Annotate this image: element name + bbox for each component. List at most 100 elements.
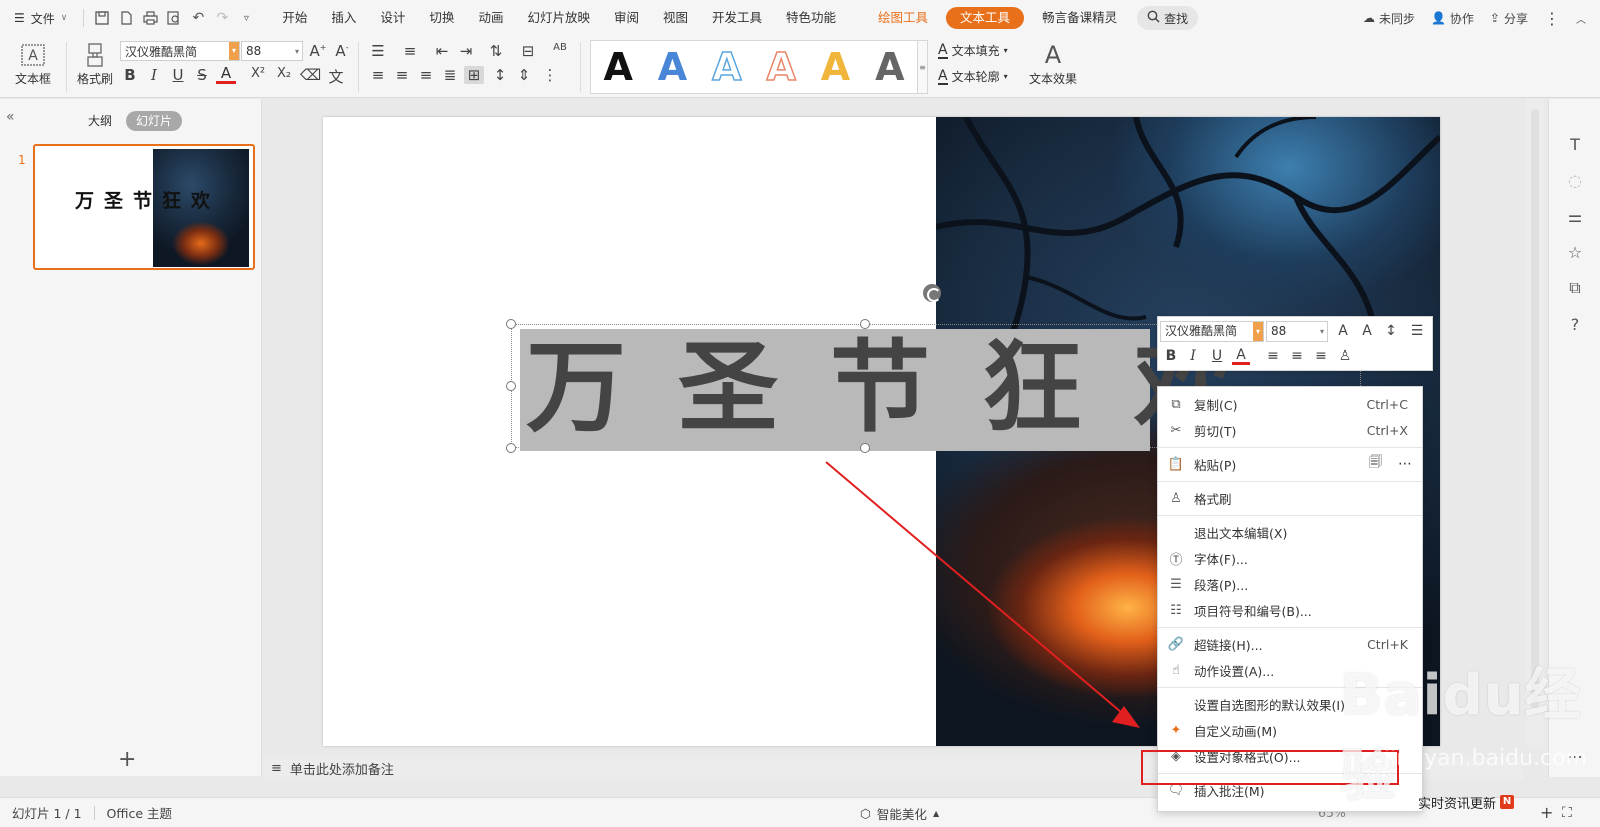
menu-item-action-settings[interactable]: ☝ 动作设置(A)... <box>1158 657 1422 683</box>
tab-design[interactable]: 设计 <box>368 0 417 36</box>
align-center-icon[interactable]: ≡ <box>1288 348 1306 364</box>
tab-developer[interactable]: 开发工具 <box>700 0 774 36</box>
text-style-preset-5[interactable]: A <box>821 48 850 86</box>
format-painter-icon[interactable]: ♙ <box>1336 348 1354 364</box>
tab-animations[interactable]: 动画 <box>466 0 515 36</box>
text-style-preset-6[interactable]: A <box>875 48 904 86</box>
tab-slideshow[interactable]: 幻灯片放映 <box>515 0 602 36</box>
animation-star-icon[interactable]: ☆ <box>1564 241 1586 263</box>
theme-name[interactable]: Office 主题 <box>95 803 184 822</box>
increase-indent-icon[interactable]: ⇥ <box>456 42 476 60</box>
zoom-in-icon[interactable]: + <box>1540 803 1553 822</box>
superscript-icon[interactable]: X² <box>248 66 268 81</box>
italic-icon[interactable]: I <box>144 66 164 84</box>
text-format-icon[interactable]: T <box>1564 133 1586 155</box>
convert-text-icon[interactable]: AB <box>550 42 570 53</box>
align-left-icon[interactable]: ≡ <box>1264 348 1282 364</box>
text-direction-icon[interactable]: ⇅ <box>486 42 506 60</box>
customize-quick-access-icon[interactable]: ▿ <box>234 6 258 30</box>
text-outline-button[interactable]: A 文本轮廓 ▾ <box>938 68 1008 85</box>
tab-text-tools[interactable]: 文本工具 <box>946 7 1025 29</box>
settings-sliders-icon[interactable]: ⚌ <box>1564 205 1586 227</box>
font-size-select[interactable]: 88 ▾ <box>241 41 303 61</box>
menu-item-font[interactable]: Ⓣ 字体(F)... <box>1158 545 1422 571</box>
decrease-font-icon[interactable]: A- <box>332 42 352 60</box>
increase-font-icon[interactable]: A+ <box>308 42 328 60</box>
line-spacing-icon[interactable]: ↕ <box>490 66 510 84</box>
distribute-icon[interactable]: ⊞ <box>464 66 484 84</box>
columns-icon[interactable]: ⋮ <box>540 66 560 84</box>
tab-home[interactable]: 开始 <box>270 0 319 36</box>
increase-font-icon[interactable]: A <box>1334 323 1352 339</box>
tab-slides[interactable]: 幻灯片 <box>126 111 183 131</box>
resize-handle[interactable] <box>506 381 516 391</box>
tab-transitions[interactable]: 切换 <box>417 0 466 36</box>
smart-beautify-button[interactable]: ⬡ 智能美化 ▲ <box>860 798 939 827</box>
tab-insert[interactable]: 插入 <box>319 0 368 36</box>
clear-format-icon[interactable]: ⌫ <box>300 66 321 84</box>
collapse-ribbon-icon[interactable]: ︿ <box>1576 11 1586 26</box>
align-right-icon[interactable]: ≡ <box>416 66 436 84</box>
bold-icon[interactable]: B <box>120 66 140 84</box>
align-right-icon[interactable]: ≡ <box>1312 348 1330 364</box>
textbox-button[interactable]: A 文本框 <box>6 40 60 87</box>
paste-special-icon[interactable]: 🗐 <box>1369 453 1382 475</box>
menu-item-bullets-numbering[interactable]: ☷ 项目符号和编号(B)... <box>1158 597 1422 623</box>
numbering-icon[interactable]: ≡ <box>400 42 420 60</box>
print-icon[interactable] <box>138 6 162 30</box>
tab-drawing-tools[interactable]: 绘图工具 <box>866 0 940 36</box>
font-name-select[interactable]: 汉仪雅酷黑简 ▾ <box>120 41 240 61</box>
resize-handle[interactable] <box>860 319 870 329</box>
resize-handle[interactable] <box>860 443 870 453</box>
print-preview-icon[interactable] <box>162 6 186 30</box>
menu-item-paragraph[interactable]: ☰ 段落(P)... <box>1158 571 1422 597</box>
menu-item-paste[interactable]: 📋 粘贴(P) 🗐 ⋯ <box>1158 451 1422 477</box>
decrease-indent-icon[interactable]: ⇤ <box>432 42 452 60</box>
search-button[interactable]: 查找 <box>1137 6 1199 30</box>
text-style-preset-1[interactable]: A <box>603 48 632 86</box>
more-options-icon[interactable]: ⋯ <box>1564 745 1586 767</box>
resize-handle[interactable] <box>506 319 516 329</box>
mini-font-name-select[interactable]: 汉仪雅酷黑简 ▾ <box>1160 321 1264 342</box>
tab-outline[interactable]: 大纲 <box>78 111 122 131</box>
more-menu-icon[interactable]: ⋮ <box>1544 9 1560 28</box>
save-icon[interactable] <box>90 6 114 30</box>
sync-status[interactable]: ☁ 未同步 <box>1363 10 1415 27</box>
more-icon[interactable]: ⋯ <box>1398 456 1412 472</box>
menu-item-hyperlink[interactable]: 🔗 超链接(H)... Ctrl+K <box>1158 631 1422 657</box>
font-color-icon[interactable]: A <box>216 66 236 84</box>
justify-icon[interactable]: ≣ <box>440 66 460 84</box>
gallery-expand-icon[interactable]: ≡ <box>918 40 928 94</box>
redo-icon[interactable]: ↷ <box>210 6 234 30</box>
text-effect-button[interactable]: A 文本效果 <box>1022 40 1084 87</box>
collapse-pane-icon[interactable]: « <box>6 109 15 125</box>
tab-view[interactable]: 视图 <box>651 0 700 36</box>
align-left-icon[interactable]: ≡ <box>368 66 388 84</box>
font-color-icon[interactable]: A <box>1232 348 1250 365</box>
help-icon[interactable]: ? <box>1564 313 1586 335</box>
tab-features[interactable]: 特色功能 <box>774 0 848 36</box>
phonetic-icon[interactable]: 文 <box>326 66 346 87</box>
menu-item-copy[interactable]: ⧉ 复制(C) Ctrl+C <box>1158 391 1422 417</box>
subscript-icon[interactable]: X₂ <box>274 66 294 81</box>
resize-handle[interactable] <box>506 443 516 453</box>
paragraph-spacing-icon[interactable]: ⇕ <box>514 66 534 84</box>
decrease-font-icon[interactable]: A <box>1358 323 1376 339</box>
strikethrough-icon[interactable]: S <box>192 66 212 84</box>
news-toast[interactable]: 实时资讯更新 N <box>1418 791 1515 813</box>
underline-icon[interactable]: U <box>168 66 188 84</box>
text-style-preset-3[interactable]: A <box>711 47 742 87</box>
tab-changyan[interactable]: 畅言备课精灵 <box>1030 0 1129 36</box>
menu-item-exit-edit[interactable]: 退出文本编辑(X) <box>1158 519 1422 545</box>
menu-item-default-shape-effect[interactable]: 设置自选图形的默认效果(I) <box>1158 691 1422 717</box>
menu-item-format-painter[interactable]: ♙ 格式刷 <box>1158 485 1422 511</box>
rotate-handle[interactable] <box>923 284 941 302</box>
collaborate-button[interactable]: 👤 协作 <box>1431 10 1474 27</box>
add-slide-icon[interactable]: + <box>118 747 136 772</box>
file-menu[interactable]: ☰ 文件 ∨ <box>0 0 77 36</box>
fit-window-icon[interactable]: ⛶ <box>1562 805 1572 821</box>
align-text-icon[interactable]: ⊟ <box>518 42 538 60</box>
vertical-scrollbar[interactable] <box>1526 99 1544 747</box>
align-center-icon[interactable]: ≡ <box>392 66 412 84</box>
scrollbar-thumb[interactable] <box>1531 109 1539 709</box>
